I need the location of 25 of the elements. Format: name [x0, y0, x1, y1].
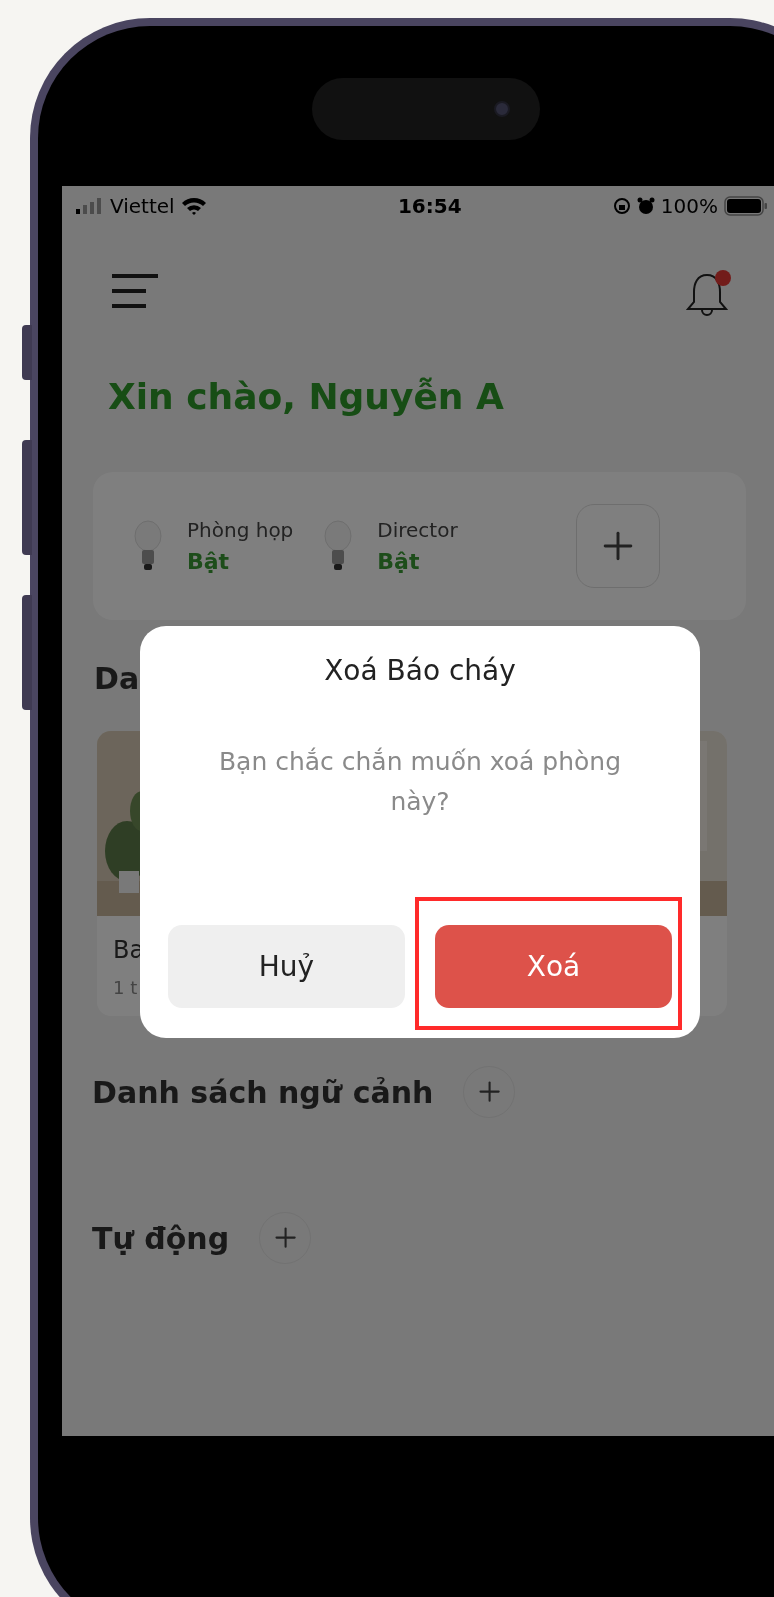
section-heading: Tự động — [92, 1219, 230, 1258]
notification-bell-icon[interactable] — [685, 272, 729, 318]
dialog-message: Bạn chắc chắn muốn xoá phòng này? — [217, 746, 623, 818]
clock-time: 16:54 — [397, 193, 462, 220]
menu-icon[interactable] — [112, 272, 160, 310]
alarm-icon — [636, 197, 655, 215]
add-device-button[interactable] — [576, 504, 660, 588]
device-name: Director — [377, 516, 458, 544]
device-name: Phòng họp — [187, 516, 294, 544]
battery-icon — [724, 196, 768, 216]
delete-button[interactable]: Xoá — [435, 925, 672, 1008]
section-heading: Danh sách ngữ cảnh — [92, 1073, 434, 1112]
cancel-button[interactable]: Huỷ — [168, 925, 405, 1008]
section-heading: Da — [94, 660, 140, 698]
rotation-lock-icon — [612, 197, 631, 215]
device-state: Bật — [377, 547, 421, 576]
camera-icon — [494, 101, 510, 117]
battery-percentage: 100% — [660, 193, 718, 220]
carrier-label: Viettel — [110, 193, 175, 220]
device-state: Bật — [187, 547, 231, 576]
signal-icon — [76, 198, 104, 214]
room-detail: 1 t — [112, 976, 139, 1000]
wifi-icon — [180, 196, 207, 216]
greeting-heading: Xin chào, Nguyễn A — [107, 375, 505, 419]
dialog-title: Xoá Báo cháy — [324, 653, 516, 689]
